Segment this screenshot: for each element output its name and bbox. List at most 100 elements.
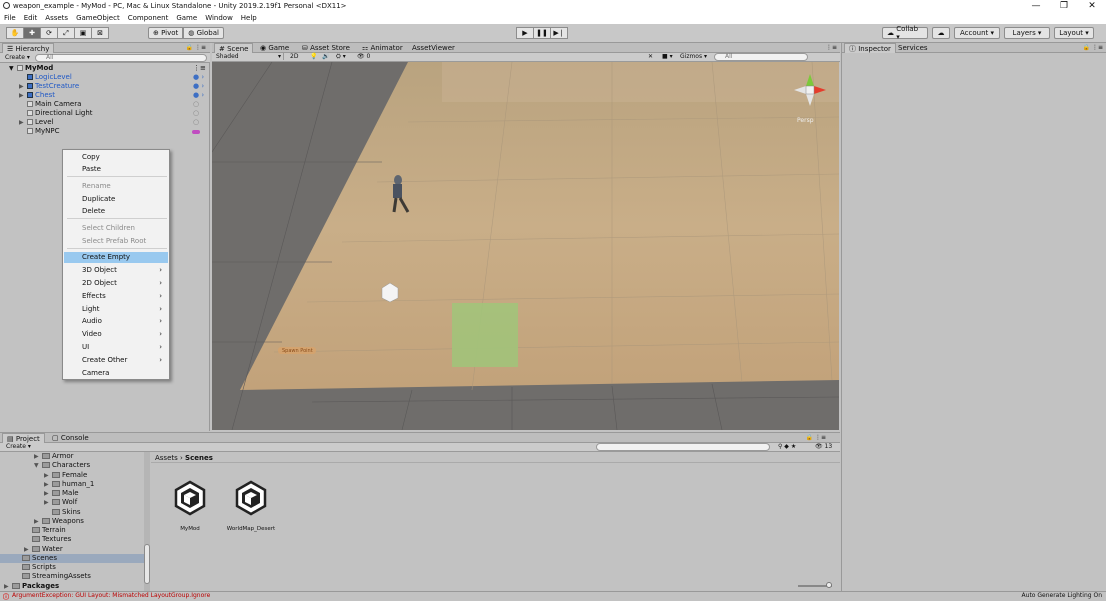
scene-root-row[interactable]: ▼ MyMod ⋮≡ bbox=[0, 64, 210, 73]
project-folder-row[interactable]: ▶ Weapons bbox=[0, 517, 144, 526]
project-folder-row[interactable]: ▶ human_1 bbox=[0, 480, 144, 489]
tab-services[interactable]: Services bbox=[894, 43, 932, 53]
prefab-open-icon[interactable]: ● › bbox=[193, 91, 204, 100]
expand-arrow-icon[interactable]: ▶ bbox=[19, 118, 24, 127]
panel-menu-icon[interactable]: 🔒 ⋮≡ bbox=[1083, 44, 1103, 51]
tab-asset-store[interactable]: ⛁ Asset Store bbox=[298, 43, 354, 53]
tab-project[interactable]: ▤ Project bbox=[2, 433, 45, 443]
project-folder-row[interactable]: Terrain bbox=[0, 526, 144, 535]
hierarchy-create-button[interactable]: Create ▾ bbox=[5, 54, 30, 61]
expand-arrow-icon[interactable]: ▶ bbox=[44, 480, 52, 489]
hierarchy-item[interactable]: Directional Light ○ bbox=[0, 109, 210, 118]
global-toggle[interactable]: ◍ Global bbox=[183, 27, 224, 39]
project-folder-row[interactable]: ▼ Characters bbox=[0, 461, 144, 470]
context-menu-item[interactable]: Paste bbox=[64, 164, 168, 175]
panel-menu-icon[interactable]: 🔒 ⋮≡ bbox=[186, 44, 206, 51]
context-menu-item[interactable]: Delete bbox=[64, 206, 168, 217]
context-menu-item[interactable]: Audio › bbox=[64, 316, 168, 327]
move-tool-icon[interactable]: ✚ bbox=[23, 27, 41, 39]
project-folder-row[interactable]: ▶ Packages bbox=[0, 582, 144, 591]
tab-game[interactable]: ◉ Game bbox=[256, 43, 293, 53]
context-menu-item[interactable]: Create Other › bbox=[64, 355, 168, 366]
tree-scrollbar[interactable] bbox=[144, 452, 150, 592]
gizmos-dropdown[interactable]: Gizmos ▾ bbox=[680, 53, 707, 60]
hierarchy-item[interactable]: ▶ Chest ● › bbox=[0, 91, 210, 100]
tab-hierarchy[interactable]: ☰ Hierarchy bbox=[2, 43, 55, 53]
project-folder-row[interactable]: Scenes bbox=[0, 553, 144, 563]
expand-arrow-icon[interactable]: ▶ bbox=[44, 498, 52, 507]
tab-animator[interactable]: ⚏ Animator bbox=[358, 43, 407, 53]
hand-tool-icon[interactable]: ✋ bbox=[6, 27, 24, 39]
tab-scene[interactable]: # Scene bbox=[214, 43, 254, 53]
context-menu-item[interactable]: UI › bbox=[64, 342, 168, 353]
2d-toggle[interactable]: 2D bbox=[290, 53, 298, 60]
project-folder-row[interactable]: ▶ Wolf bbox=[0, 498, 144, 507]
expand-arrow-icon[interactable]: ▼ bbox=[34, 461, 42, 470]
menu-window[interactable]: Window bbox=[205, 14, 233, 22]
context-menu-item[interactable]: Camera bbox=[64, 368, 168, 379]
context-menu-item[interactable]: 2D Object › bbox=[64, 278, 168, 289]
tab-assetviewer[interactable]: AssetViewer bbox=[408, 43, 459, 53]
scene-viewport[interactable]: Spawn Point Persp bbox=[212, 62, 839, 430]
account-dropdown[interactable]: Account ▾ bbox=[954, 27, 1000, 39]
breadcrumb-scenes[interactable]: Scenes bbox=[185, 454, 213, 462]
scene-search-input[interactable]: All bbox=[714, 53, 808, 61]
step-button[interactable]: ▶❘ bbox=[550, 27, 568, 39]
project-search-input[interactable] bbox=[596, 443, 770, 451]
hierarchy-item[interactable]: Main Camera ○ bbox=[0, 100, 210, 109]
spawn-point-label[interactable]: Spawn Point bbox=[282, 348, 313, 354]
pause-button[interactable]: ❚❚ bbox=[533, 27, 551, 39]
context-menu-item[interactable]: Duplicate bbox=[64, 194, 168, 205]
asset-tile[interactable]: MyMod bbox=[170, 480, 210, 540]
hierarchy-item[interactable]: ▶ TestCreature ● › bbox=[0, 82, 210, 91]
context-menu-item[interactable]: Effects › bbox=[64, 291, 168, 302]
transform-tool-icon[interactable]: ⊠ bbox=[91, 27, 109, 39]
hidden-packages-count[interactable]: 👁 13 bbox=[815, 443, 832, 450]
project-folder-row[interactable]: StreamingAssets bbox=[0, 572, 144, 581]
project-create-button[interactable]: Create ▾ bbox=[6, 443, 31, 450]
perspective-label[interactable]: Persp bbox=[797, 117, 814, 124]
scrollbar-thumb[interactable] bbox=[144, 544, 150, 584]
hierarchy-item[interactable]: MyNPC bbox=[0, 127, 210, 136]
menu-file[interactable]: File bbox=[4, 14, 16, 22]
camera-settings-icon[interactable]: ■ ▾ bbox=[662, 53, 673, 60]
maximize-button[interactable]: ❐ bbox=[1050, 0, 1078, 12]
menu-edit[interactable]: Edit bbox=[24, 14, 38, 22]
tab-inspector[interactable]: ⓘ Inspector bbox=[844, 43, 896, 53]
context-menu-item[interactable]: Create Empty bbox=[64, 252, 168, 263]
context-menu-item[interactable]: Light › bbox=[64, 304, 168, 315]
pivot-toggle[interactable]: ⊕ Pivot bbox=[148, 27, 184, 39]
visibility-icon[interactable]: ○ bbox=[193, 109, 199, 118]
layers-dropdown[interactable]: Layers ▾ bbox=[1004, 27, 1050, 39]
menu-help[interactable]: Help bbox=[241, 14, 257, 22]
expand-arrow-icon[interactable]: ▶ bbox=[34, 452, 42, 461]
expand-arrow-icon[interactable]: ▶ bbox=[4, 582, 12, 591]
tools-icon[interactable]: ✕ bbox=[648, 53, 653, 60]
lighting-toggle-icon[interactable]: 💡 bbox=[310, 53, 317, 60]
scene-options-icon[interactable]: ⋮≡ bbox=[193, 64, 206, 73]
hidden-objects-toggle[interactable]: 👁 0 bbox=[357, 53, 370, 60]
scale-tool-icon[interactable]: ⤢ bbox=[57, 27, 75, 39]
visibility-icon[interactable]: ○ bbox=[193, 118, 199, 127]
cloud-services-icon[interactable]: ☁ bbox=[932, 27, 950, 39]
icon-size-slider[interactable] bbox=[798, 582, 832, 588]
hierarchy-search-input[interactable]: All bbox=[35, 54, 207, 62]
menu-component[interactable]: Component bbox=[128, 14, 169, 22]
collab-button[interactable]: ☁ Collab ▾ bbox=[882, 25, 928, 41]
menu-assets[interactable]: Assets bbox=[45, 14, 68, 22]
expand-arrow-icon[interactable]: ▶ bbox=[34, 517, 42, 526]
visibility-icon[interactable]: ○ bbox=[193, 100, 199, 109]
status-error-message[interactable]: ArgumentException: GUI Layout: Mismatche… bbox=[12, 592, 210, 599]
asset-tile[interactable]: WorldMap_Desert bbox=[222, 480, 280, 540]
expand-arrow-icon[interactable]: ▶ bbox=[44, 471, 52, 480]
context-menu-item[interactable]: Video › bbox=[64, 329, 168, 340]
project-folder-row[interactable]: ▶ Female bbox=[0, 471, 144, 480]
project-folder-row[interactable]: Skins bbox=[0, 508, 144, 517]
menu-gameobject[interactable]: GameObject bbox=[76, 14, 120, 22]
expand-arrow-icon[interactable]: ▶ bbox=[19, 91, 24, 100]
filter-icons[interactable]: ⚲ ◆ ★ bbox=[778, 443, 796, 450]
menu-game[interactable]: Game bbox=[176, 14, 197, 22]
hierarchy-item[interactable]: ▶ Level ○ bbox=[0, 118, 210, 127]
minimize-button[interactable]: — bbox=[1022, 0, 1050, 12]
project-folder-row[interactable]: ▶ Male bbox=[0, 489, 144, 498]
